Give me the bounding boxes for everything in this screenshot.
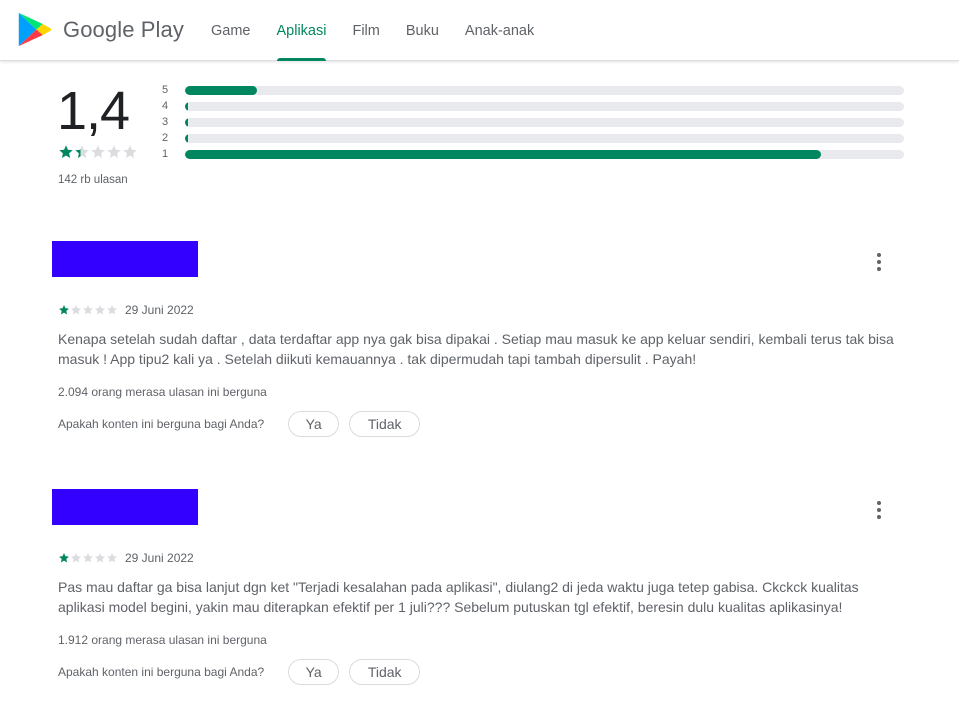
- histogram-track: [185, 149, 904, 159]
- histogram-bar: [185, 149, 822, 159]
- star-icon: [59, 553, 69, 563]
- helpful-no-button[interactable]: Tidak: [349, 659, 421, 685]
- review-date: 29 Juni 2022: [125, 551, 194, 565]
- histogram-row: 2: [160, 130, 904, 146]
- histogram-track: [185, 85, 904, 95]
- review-rating-stars: [58, 304, 118, 316]
- top-app-bar: Google Play Game Aplikasi Film Buku Anak…: [0, 0, 959, 61]
- star-icon: [95, 553, 105, 563]
- nav-tab-buku[interactable]: Buku: [393, 0, 452, 61]
- star-icon: [107, 305, 117, 315]
- review-text: Pas mau daftar ga bisa lanjut dgn ket "T…: [58, 579, 859, 615]
- nav-tab-film[interactable]: Film: [339, 0, 392, 61]
- histogram-label: 1: [162, 148, 169, 160]
- helpful-count: 2.094 orang merasa ulasan ini berguna: [58, 385, 267, 399]
- star-icon: [59, 145, 73, 158]
- play-logo-icon: [18, 12, 52, 47]
- star-icon: [59, 305, 69, 315]
- histogram-bar: [185, 117, 188, 127]
- logo-text: Google Play: [63, 16, 184, 42]
- histogram-track: [185, 117, 904, 127]
- nav-tab-anak-anak[interactable]: Anak-anak: [452, 0, 547, 61]
- rating-histogram: 5 4 3 2 1: [160, 82, 904, 162]
- star-icon: [107, 145, 121, 158]
- redacted-reviewer-info: [52, 489, 198, 525]
- review-date: 29 Juni 2022: [125, 303, 194, 317]
- review-text: Kenapa setelah sudah daftar , data terda…: [58, 331, 894, 367]
- star-icon: [91, 145, 105, 158]
- review-rating-stars: [58, 552, 118, 564]
- helpful-question: Apakah konten ini berguna bagi Anda? Ya …: [58, 659, 430, 685]
- helpful-yes-button[interactable]: Ya: [288, 659, 340, 685]
- histogram-bar: [185, 133, 188, 143]
- histogram-label: 3: [162, 116, 169, 128]
- review-count: 142 rb ulasan: [58, 174, 128, 186]
- more-options-icon[interactable]: [866, 249, 892, 275]
- nav-tab-game[interactable]: Game: [198, 0, 264, 61]
- nav-tab-aplikasi[interactable]: Aplikasi: [264, 0, 340, 61]
- google-play-logo[interactable]: Google Play: [16, 11, 184, 48]
- histogram-label: 4: [162, 100, 169, 112]
- histogram-track: [185, 101, 904, 111]
- star-icon: [123, 145, 137, 158]
- histogram-track: [185, 133, 904, 143]
- histogram-label: 2: [162, 132, 169, 144]
- helpful-no-button[interactable]: Tidak: [349, 411, 421, 437]
- star-icon: [75, 145, 89, 158]
- star-icon: [83, 305, 93, 315]
- average-rating-stars: [58, 144, 138, 160]
- histogram-bar: [185, 85, 257, 95]
- redacted-reviewer-info: [52, 241, 198, 277]
- histogram-row: 4: [160, 98, 904, 114]
- histogram-row: 5: [160, 82, 904, 98]
- star-icon: [83, 553, 93, 563]
- review-meta: 29 Juni 2022: [58, 303, 194, 317]
- histogram-row: 3: [160, 114, 904, 130]
- helpful-yes-button[interactable]: Ya: [288, 411, 340, 437]
- helpful-question-label: Apakah konten ini berguna bagi Anda?: [58, 665, 265, 679]
- helpful-question: Apakah konten ini berguna bagi Anda? Ya …: [58, 411, 430, 437]
- star-icon: [71, 553, 81, 563]
- more-options-icon[interactable]: [866, 497, 892, 523]
- review-meta: 29 Juni 2022: [58, 551, 194, 565]
- star-icon: [107, 553, 117, 563]
- histogram-bar: [185, 101, 188, 111]
- star-icon: [71, 305, 81, 315]
- histogram-row: 1: [160, 146, 904, 162]
- helpful-question-label: Apakah konten ini berguna bagi Anda?: [58, 417, 265, 431]
- star-icon: [95, 305, 105, 315]
- helpful-count: 1.912 orang merasa ulasan ini berguna: [58, 633, 267, 647]
- main-nav: Game Aplikasi Film Buku Anak-anak: [198, 0, 547, 61]
- histogram-label: 5: [162, 84, 169, 96]
- average-rating: 1,4: [57, 81, 130, 141]
